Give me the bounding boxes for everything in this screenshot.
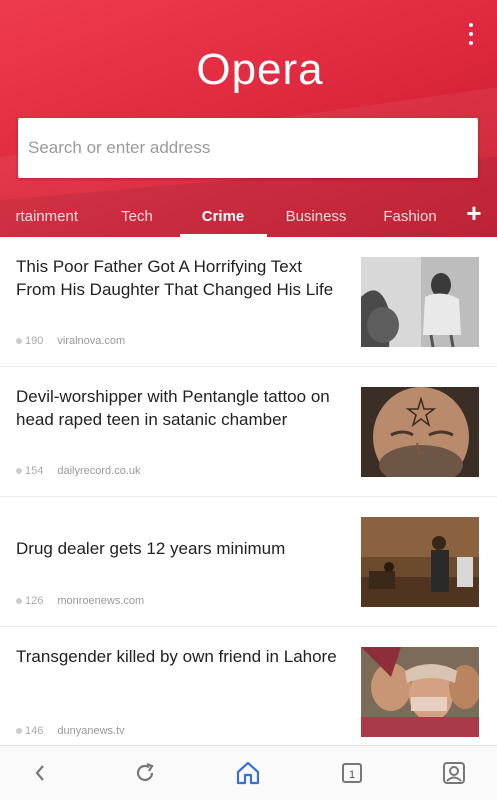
tab-business[interactable]: Business <box>281 206 351 228</box>
article-source: viralnova.com <box>57 335 126 347</box>
tab-fashion[interactable]: Fashion <box>379 206 441 228</box>
tab-tech[interactable]: Tech <box>101 206 173 228</box>
header: Opera rtainment Tech Crime Business Fash… <box>0 0 497 237</box>
reload-icon[interactable] <box>131 758 159 788</box>
status-area <box>407 2 440 30</box>
article-source: dunyanews.tv <box>57 725 125 737</box>
article-title[interactable]: Drug dealer gets 12 years minimum <box>16 537 341 560</box>
tab-entertainment[interactable]: rtainment <box>0 206 78 228</box>
article-card[interactable]: Transgender killed by own friend in Laho… <box>0 627 497 757</box>
article-meta: 190 viralnova.com <box>16 335 125 347</box>
back-icon[interactable] <box>32 758 48 788</box>
bottom-navigation: 1 <box>0 745 497 800</box>
article-title[interactable]: This Poor Father Got A Horrifying Text F… <box>16 255 341 301</box>
article-count: 154 <box>16 465 43 477</box>
article-source: dailyrecord.co.uk <box>57 465 141 477</box>
face-tattoo-photo[interactable] <box>361 387 479 477</box>
article-meta: 146 dunyanews.tv <box>16 725 125 737</box>
search-container <box>0 110 480 200</box>
article-card[interactable]: This Poor Father Got A Horrifying Text F… <box>0 237 497 367</box>
add-category-icon[interactable]: + <box>463 200 485 226</box>
article-source: monroenews.com <box>57 595 145 607</box>
category-tabs: rtainment Tech Crime Business Fashion <box>0 203 497 237</box>
account-icon[interactable] <box>440 758 468 788</box>
article-title[interactable]: Devil-worshipper with Pentangle tattoo o… <box>16 385 341 431</box>
tab-crime[interactable]: Crime <box>199 206 247 228</box>
article-card[interactable]: Drug dealer gets 12 years minimum 126 mo… <box>0 497 497 627</box>
menu-icon[interactable] <box>462 20 480 48</box>
article-title[interactable]: Transgender killed by own friend in Laho… <box>16 645 341 668</box>
search-input[interactable] <box>28 118 478 178</box>
article-count: 146 <box>16 725 43 737</box>
tab-count: 1 <box>349 769 355 781</box>
crowd-photo[interactable] <box>361 647 479 737</box>
article-meta: 126 monroenews.com <box>16 595 144 607</box>
news-feed: This Poor Father Got A Horrifying Text F… <box>0 237 497 757</box>
courtroom-photo[interactable] <box>361 517 479 607</box>
search-box[interactable] <box>18 118 478 178</box>
tabs-icon[interactable]: 1 <box>338 758 366 788</box>
grayscale-photo[interactable] <box>361 257 479 347</box>
article-count: 126 <box>16 595 43 607</box>
home-icon[interactable] <box>233 758 263 788</box>
article-meta: 154 dailyrecord.co.uk <box>16 465 141 477</box>
active-tab-indicator <box>180 234 267 237</box>
opera-logo: Opera <box>196 45 324 94</box>
article-count: 190 <box>16 335 43 347</box>
article-card[interactable]: Devil-worshipper with Pentangle tattoo o… <box>0 367 497 497</box>
